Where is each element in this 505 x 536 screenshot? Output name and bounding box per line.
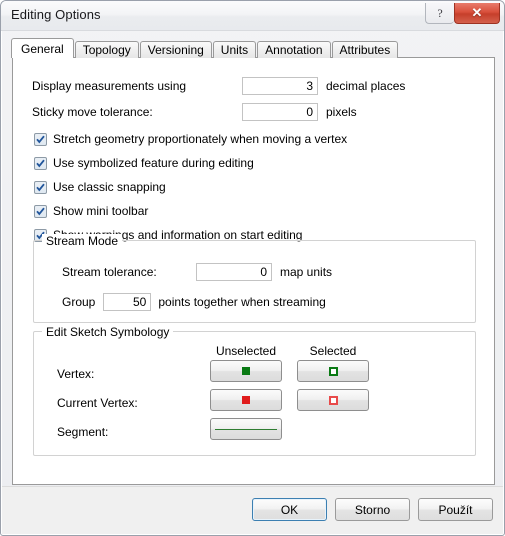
current-vertex-selected-symbol-button[interactable] [297, 389, 369, 411]
sticky-move-tolerance-label: Sticky move tolerance: [32, 105, 153, 119]
sticky-move-tolerance-input[interactable]: 0 [242, 103, 318, 121]
current-vertex-unselected-symbol-button[interactable] [210, 389, 282, 411]
close-icon[interactable]: ✕ [454, 3, 500, 24]
dialog-button-bar: OK Storno Použít [2, 486, 503, 534]
sticky-move-tolerance-row: Sticky move tolerance: 0 pixels [32, 103, 357, 121]
decimal-places-row: Display measurements using 3 decimal pla… [32, 77, 405, 95]
title-bar: Editing Options ? ✕ [1, 1, 504, 31]
filled-red-square-icon [242, 396, 250, 404]
stream-tolerance-label: Stream tolerance: [62, 265, 157, 279]
stream-mode-group: Stream Mode Stream tolerance: 0 map unit… [33, 234, 476, 323]
tab-versioning[interactable]: Versioning [139, 41, 212, 58]
hollow-red-square-icon [328, 395, 338, 405]
checkbox-stretch-geometry[interactable]: Stretch geometry proportionately when mo… [34, 132, 347, 146]
column-header-unselected: Unselected [215, 344, 277, 358]
segment-symbol-button[interactable] [210, 418, 282, 440]
checkbox-use-classic-snapping[interactable]: Use classic snapping [34, 180, 166, 194]
green-line-icon [215, 428, 277, 430]
title-bar-buttons: ? ✕ [425, 3, 500, 24]
vertex-unselected-symbol-button[interactable] [210, 360, 282, 382]
tab-general[interactable]: General [11, 38, 74, 58]
decimal-places-suffix: decimal places [326, 79, 406, 93]
decimal-places-input[interactable]: 3 [242, 77, 318, 95]
checkbox-indicator[interactable] [34, 204, 47, 218]
vertex-selected-symbol-button[interactable] [297, 360, 369, 382]
checkbox-indicator[interactable] [34, 156, 47, 170]
checkbox-use-symbolized-feature[interactable]: Use symbolized feature during editing [34, 156, 254, 170]
stream-group-suffix: points together when streaming [158, 295, 326, 309]
stream-group-prefix: Group [62, 295, 96, 309]
stream-group-row: Group 50 points together when streaming [62, 293, 326, 311]
checkbox-label: Use symbolized feature during editing [53, 156, 254, 170]
checkbox-label: Stretch geometry proportionately when mo… [53, 132, 348, 146]
checkbox-indicator[interactable] [34, 132, 47, 146]
help-button[interactable]: ? [425, 3, 454, 24]
editing-options-dialog: Editing Options ? ✕ General Topology Ver… [0, 0, 505, 536]
stream-tolerance-suffix: map units [280, 265, 333, 279]
tab-topology[interactable]: Topology [74, 41, 139, 58]
checkbox-indicator[interactable] [34, 180, 47, 194]
general-tab-panel: Display measurements using 3 decimal pla… [12, 57, 495, 485]
checkbox-label: Show mini toolbar [53, 204, 149, 218]
cancel-button[interactable]: Storno [335, 498, 410, 521]
sticky-move-tolerance-suffix: pixels [326, 105, 357, 119]
edit-sketch-symbology-title: Edit Sketch Symbology [42, 325, 174, 339]
segment-label: Segment: [57, 425, 109, 439]
current-vertex-label: Current Vertex: [57, 396, 138, 410]
vertex-label: Vertex: [57, 367, 95, 381]
tab-units[interactable]: Units [212, 41, 257, 58]
edit-sketch-symbology-group: Edit Sketch Symbology Unselected Selecte… [33, 325, 476, 456]
column-header-selected: Selected [309, 344, 357, 358]
decimal-places-label: Display measurements using [32, 79, 187, 93]
apply-button[interactable]: Použít [418, 498, 493, 521]
checkbox-label: Use classic snapping [53, 180, 166, 194]
checkbox-show-mini-toolbar[interactable]: Show mini toolbar [34, 204, 148, 218]
window-title: Editing Options [11, 7, 101, 22]
tab-strip: General Topology Versioning Units Annota… [11, 38, 495, 58]
ok-button[interactable]: OK [252, 498, 327, 521]
hollow-green-square-icon [328, 366, 338, 376]
tab-annotation[interactable]: Annotation [257, 41, 331, 58]
stream-tolerance-input[interactable]: 0 [196, 263, 272, 281]
filled-green-square-icon [242, 367, 250, 375]
tab-attributes[interactable]: Attributes [331, 41, 399, 58]
stream-tolerance-row: Stream tolerance: 0 map units [62, 263, 332, 281]
stream-group-input[interactable]: 50 [103, 293, 152, 311]
stream-mode-title: Stream Mode [42, 234, 123, 248]
